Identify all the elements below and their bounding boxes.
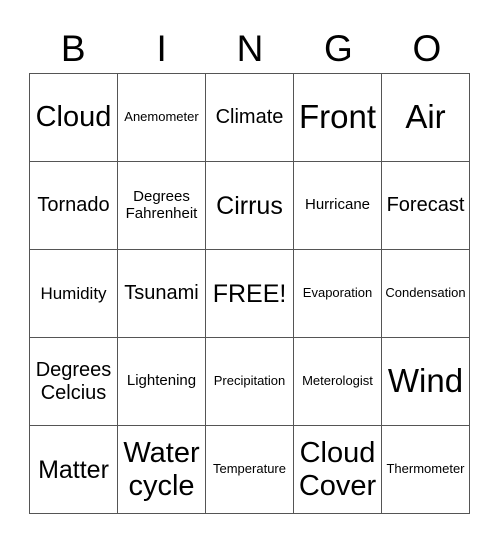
bingo-cell[interactable]: Front xyxy=(294,74,382,162)
bingo-cell[interactable]: Meterologist xyxy=(294,338,382,426)
bingo-cell[interactable]: Water cycle xyxy=(118,426,206,514)
bingo-header: B I N G O xyxy=(29,26,471,72)
bingo-cell[interactable]: Tsunami xyxy=(118,250,206,338)
header-letter-n: N xyxy=(236,28,264,69)
free-space[interactable]: FREE! xyxy=(206,250,294,338)
bingo-cell[interactable]: Air xyxy=(382,74,470,162)
bingo-cell[interactable]: Condensation xyxy=(382,250,470,338)
bingo-cell[interactable]: Climate xyxy=(206,74,294,162)
bingo-cell[interactable]: Evaporation xyxy=(294,250,382,338)
bingo-cell[interactable]: Matter xyxy=(30,426,118,514)
header-letter-b: B xyxy=(60,28,86,69)
bingo-grid: Cloud Anemometer Climate Front Air Torna… xyxy=(29,73,470,514)
header-letter-g: G xyxy=(324,28,353,69)
bingo-cell[interactable]: Cloud xyxy=(30,74,118,162)
bingo-cell[interactable]: Humidity xyxy=(30,250,118,338)
header-letter-o: O xyxy=(412,28,442,69)
bingo-cell[interactable]: Lightening xyxy=(118,338,206,426)
header-letter-i: I xyxy=(156,28,167,69)
bingo-cell[interactable]: Degrees Celcius xyxy=(30,338,118,426)
bingo-cell[interactable]: Hurricane xyxy=(294,162,382,250)
bingo-cell[interactable]: Tornado xyxy=(30,162,118,250)
bingo-cell[interactable]: Degrees Fahrenheit xyxy=(118,162,206,250)
bingo-cell[interactable]: Forecast xyxy=(382,162,470,250)
bingo-cell[interactable]: Anemometer xyxy=(118,74,206,162)
bingo-cell[interactable]: Thermometer xyxy=(382,426,470,514)
bingo-cell[interactable]: Temperature xyxy=(206,426,294,514)
bingo-cell[interactable]: Precipitation xyxy=(206,338,294,426)
bingo-cell[interactable]: Cloud Cover xyxy=(294,426,382,514)
bingo-cell[interactable]: Wind xyxy=(382,338,470,426)
bingo-cell[interactable]: Cirrus xyxy=(206,162,294,250)
